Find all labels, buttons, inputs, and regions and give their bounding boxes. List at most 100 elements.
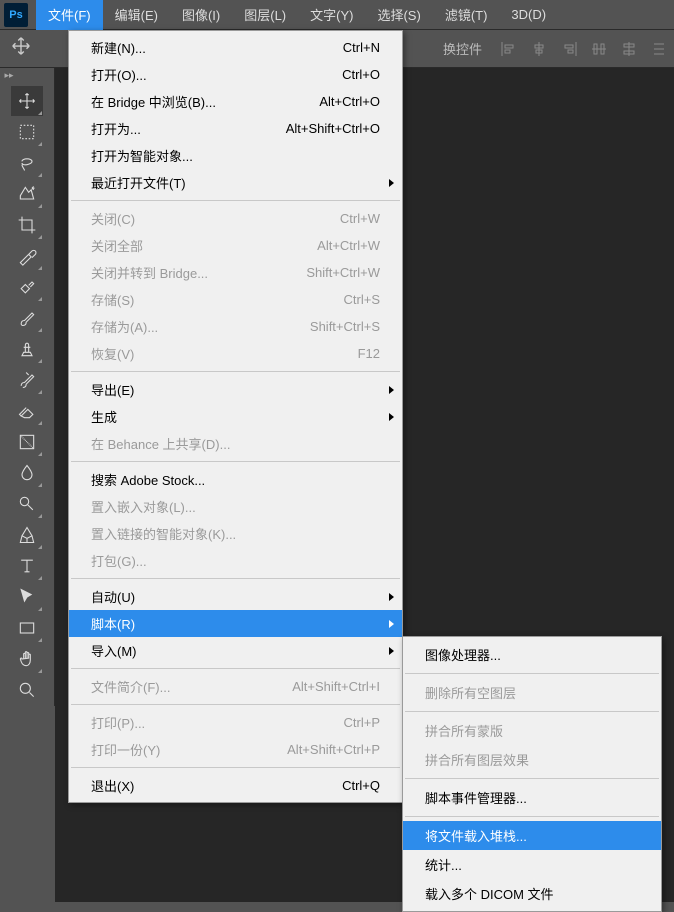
menu-item-label: 打印(P)... (91, 713, 344, 732)
menu-shortcut: F12 (358, 346, 380, 361)
clone-stamp-tool[interactable] (11, 334, 43, 364)
menu-shortcut: Shift+Ctrl+W (306, 265, 380, 280)
dodge-tool[interactable] (11, 489, 43, 519)
file-menu-item[interactable]: 打开(O)...Ctrl+O (69, 61, 402, 88)
submenu-arrow-icon (389, 386, 394, 394)
quick-selection-tool[interactable] (11, 179, 43, 209)
script-menu-item[interactable]: 统计... (403, 850, 661, 879)
spot-healing-tool[interactable] (11, 272, 43, 302)
submenu-arrow-icon (389, 413, 394, 421)
menu-shortcut: Ctrl+W (340, 211, 380, 226)
history-brush-tool[interactable] (11, 365, 43, 395)
rectangular-marquee-tool[interactable] (11, 117, 43, 147)
menu-item-label: 打开为... (91, 119, 286, 138)
file-menu-item: 置入链接的智能对象(K)... (69, 520, 402, 547)
script-menu-item[interactable]: 将文件载入堆栈... (403, 821, 661, 850)
file-menu-item: 关闭(C)Ctrl+W (69, 205, 402, 232)
menu-item-label: 关闭(C) (91, 209, 340, 228)
menu-shortcut: Ctrl+O (342, 67, 380, 82)
file-menu-item[interactable]: 脚本(R) (69, 610, 402, 637)
script-menu-item[interactable]: 图像处理器... (403, 640, 661, 669)
menu-item-label: 打包(G)... (91, 551, 380, 570)
file-menu-item[interactable]: 新建(N)...Ctrl+N (69, 34, 402, 61)
menubar: Ps 文件(F)编辑(E)图像(I)图层(L)文字(Y)选择(S)滤镜(T)3D… (0, 0, 674, 30)
gradient-tool[interactable] (11, 427, 43, 457)
menu-7[interactable]: 3D(D) (499, 0, 558, 30)
script-menu-item: 拼合所有蒙版 (403, 716, 661, 745)
submenu-arrow-icon (389, 179, 394, 187)
hand-tool[interactable] (11, 644, 43, 674)
file-menu-item[interactable]: 搜索 Adobe Stock... (69, 466, 402, 493)
eyedropper-tool[interactable] (11, 241, 43, 271)
menu-shortcut: Shift+Ctrl+S (310, 319, 380, 334)
submenu-arrow-icon (389, 647, 394, 655)
file-menu-item[interactable]: 打开为智能对象... (69, 142, 402, 169)
file-menu-item: 存储(S)Ctrl+S (69, 286, 402, 313)
menu-shortcut: Alt+Ctrl+W (317, 238, 380, 253)
script-submenu: 图像处理器... 删除所有空图层拼合所有蒙版拼合所有图层效果脚本事件管理器... 将… (402, 636, 662, 912)
menu-item-label: 打印一份(Y) (91, 740, 287, 759)
align-center-icon[interactable] (527, 37, 551, 61)
menu-item-label: 置入链接的智能对象(K)... (91, 524, 380, 543)
menu-item-label: 新建(N)... (91, 38, 343, 57)
file-menu-item: 打印(P)...Ctrl+P (69, 709, 402, 736)
script-menu-item[interactable]: 载入多个 DICOM 文件 (403, 879, 661, 908)
menu-0[interactable]: 文件(F) (36, 0, 103, 30)
file-menu-item[interactable]: 打开为...Alt+Shift+Ctrl+O (69, 115, 402, 142)
file-menu-item[interactable]: 在 Bridge 中浏览(B)...Alt+Ctrl+O (69, 88, 402, 115)
menu-2[interactable]: 图像(I) (170, 0, 232, 30)
menu-shortcut: Ctrl+P (344, 715, 380, 730)
more-options-icon[interactable] (647, 37, 671, 61)
lasso-tool[interactable] (11, 148, 43, 178)
menu-shortcut: Ctrl+Q (342, 778, 380, 793)
path-selection-tool[interactable] (11, 582, 43, 612)
menu-item-label: 生成 (91, 407, 380, 426)
align-right-icon[interactable] (557, 37, 581, 61)
menu-shortcut: Alt+Shift+Ctrl+I (292, 679, 380, 694)
menu-item-label: 存储(S) (91, 290, 344, 309)
menu-item-label: 打开为智能对象... (91, 146, 380, 165)
script-menu-item[interactable]: 脚本事件管理器... (403, 783, 661, 812)
file-menu-item[interactable]: 自动(U) (69, 583, 402, 610)
menu-item-label: 导入(M) (91, 641, 380, 660)
align-left-icon[interactable] (497, 37, 521, 61)
file-menu-item[interactable]: 生成 (69, 403, 402, 430)
brush-tool[interactable] (11, 303, 43, 333)
distribute-h-icon[interactable] (587, 37, 611, 61)
file-menu-item[interactable]: 导出(E) (69, 376, 402, 403)
file-menu-item: 恢复(V)F12 (69, 340, 402, 367)
file-menu-item: 在 Behance 上共享(D)... (69, 430, 402, 457)
menu-item-label: 脚本(R) (91, 614, 380, 633)
menu-shortcut: Ctrl+S (344, 292, 380, 307)
menu-6[interactable]: 滤镜(T) (433, 0, 500, 30)
crop-tool[interactable] (11, 210, 43, 240)
file-menu-item: 关闭全部Alt+Ctrl+W (69, 232, 402, 259)
script-menu-item: 删除所有空图层 (403, 678, 661, 707)
file-menu-item[interactable]: 最近打开文件(T) (69, 169, 402, 196)
blur-tool[interactable] (11, 458, 43, 488)
menu-item-label: 关闭全部 (91, 236, 317, 255)
menu-shortcut: Alt+Ctrl+O (319, 94, 380, 109)
eraser-tool[interactable] (11, 396, 43, 426)
menu-4[interactable]: 文字(Y) (298, 0, 365, 30)
menu-item-label: 最近打开文件(T) (91, 173, 380, 192)
menu-item-label: 退出(X) (91, 776, 342, 795)
app-icon: Ps (4, 3, 28, 27)
menu-item-label: 关闭并转到 Bridge... (91, 263, 306, 282)
zoom-tool[interactable] (11, 675, 43, 705)
file-menu-item: 文件简介(F)...Alt+Shift+Ctrl+I (69, 673, 402, 700)
move-tool[interactable] (11, 86, 43, 116)
script-menu-item: 拼合所有图层效果 (403, 745, 661, 774)
submenu-arrow-icon (389, 593, 394, 601)
menu-3[interactable]: 图层(L) (232, 0, 298, 30)
menu-5[interactable]: 选择(S) (365, 0, 432, 30)
distribute-v-icon[interactable] (617, 37, 641, 61)
menu-shortcut: Alt+Shift+Ctrl+O (286, 121, 380, 136)
file-menu-item[interactable]: 导入(M) (69, 637, 402, 664)
panel-collapse-icon[interactable]: ▸▸ (2, 68, 16, 82)
pen-tool[interactable] (11, 520, 43, 550)
type-tool[interactable] (11, 551, 43, 581)
file-menu-item[interactable]: 退出(X)Ctrl+Q (69, 772, 402, 799)
rectangle-tool[interactable] (11, 613, 43, 643)
menu-1[interactable]: 编辑(E) (103, 0, 170, 30)
